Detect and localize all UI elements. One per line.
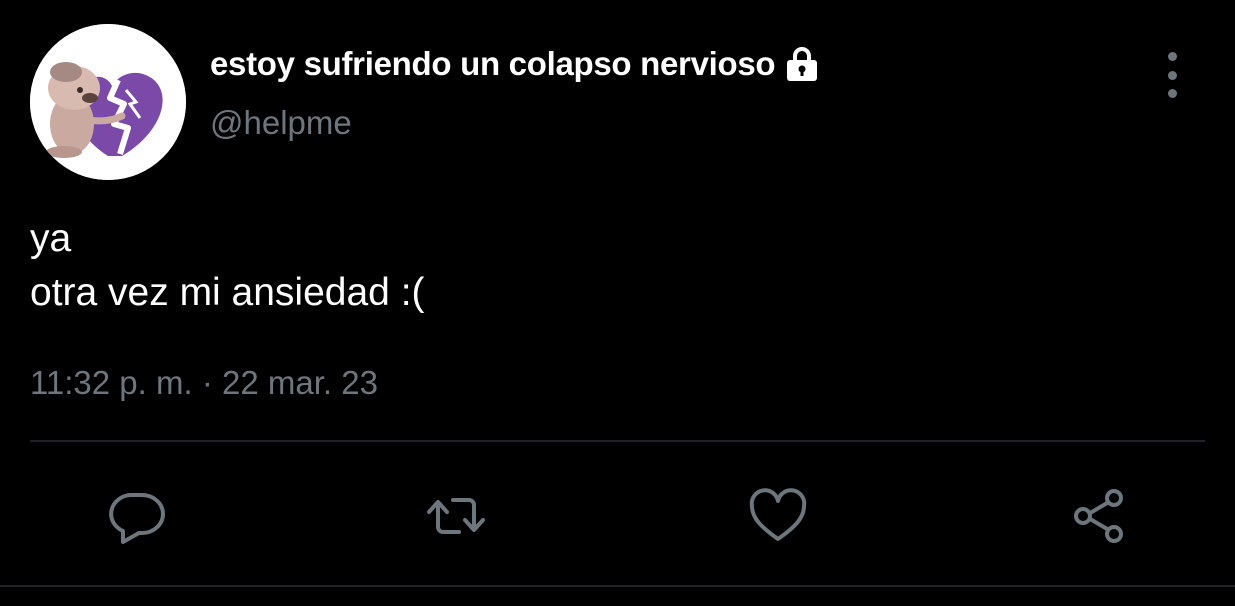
more-options-button[interactable] bbox=[1150, 52, 1194, 98]
more-vertical-icon-dot bbox=[1167, 70, 1177, 80]
avatar[interactable] bbox=[30, 24, 186, 180]
lock-icon bbox=[783, 45, 821, 83]
tweet-date: 22 mar. 23 bbox=[222, 364, 378, 401]
tweet-timestamp[interactable]: 11:32 p. m. · 22 mar. 23 bbox=[30, 364, 378, 402]
tweet-text: ya otra vez mi ansiedad :( bbox=[30, 212, 425, 320]
user-handle[interactable]: @helpme bbox=[210, 104, 352, 142]
retweet-button[interactable] bbox=[424, 484, 488, 548]
avatar-image bbox=[30, 24, 186, 180]
tweet-text-line: otra vez mi ansiedad :( bbox=[30, 271, 425, 314]
meta-separator: · bbox=[201, 364, 213, 401]
display-name[interactable]: estoy sufriendo un colapso nervioso bbox=[210, 45, 776, 83]
divider bbox=[0, 585, 1235, 587]
tweet-time: 11:32 p. m. bbox=[30, 364, 193, 401]
heart-icon bbox=[749, 488, 807, 541]
share-icon bbox=[1074, 489, 1123, 543]
tweet-text-line: ya bbox=[30, 217, 72, 260]
more-vertical-icon-dot bbox=[1167, 89, 1177, 98]
divider bbox=[30, 440, 1205, 442]
more-vertical-icon bbox=[1167, 52, 1177, 61]
retweet-icon bbox=[427, 498, 485, 534]
like-button[interactable] bbox=[746, 484, 810, 548]
reply-button[interactable] bbox=[104, 484, 168, 548]
reply-icon bbox=[109, 493, 165, 544]
display-name-row[interactable]: estoy sufriendo un colapso nervioso bbox=[210, 42, 821, 86]
share-button[interactable] bbox=[1068, 484, 1132, 548]
